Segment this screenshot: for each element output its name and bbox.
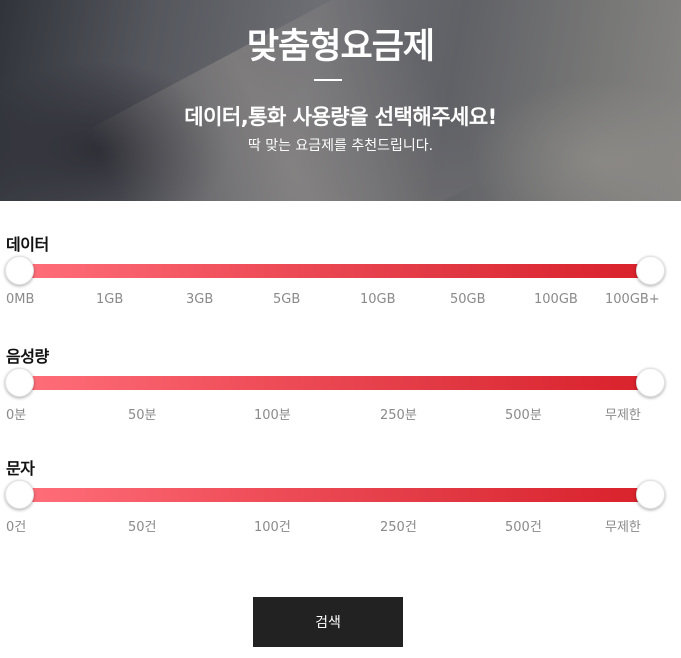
sms-tick: 50건 [128, 520, 157, 535]
hero-subtitle: 데이터,통화 사용량을 선택해주세요! [184, 105, 497, 129]
voice-tick: 100분 [254, 408, 291, 423]
sms-tick: 무제한 [605, 520, 641, 535]
voice-slider-ticks: 0분 50분 100분 250분 500분 무제한 [0, 404, 681, 423]
data-tick: 100GB+ [605, 292, 660, 307]
sms-slider-section: 문자 0건 50건 100건 250건 500건 무제한 [0, 455, 681, 535]
data-tick: 5GB [273, 292, 301, 307]
data-tick: 50GB [450, 292, 486, 307]
data-tick: 0MB [6, 292, 35, 307]
sms-slider-max-handle[interactable] [636, 480, 665, 509]
data-slider-ticks: 0MB 1GB 3GB 5GB 10GB 50GB 100GB 100GB+ [0, 292, 681, 310]
data-slider-title: 데이터 [6, 235, 49, 254]
sms-slider-ticks: 0건 50건 100건 250건 500건 무제한 [0, 516, 681, 535]
sms-tick: 0건 [6, 520, 27, 535]
voice-slider-max-handle[interactable] [636, 368, 665, 397]
sms-slider-min-handle[interactable] [5, 480, 34, 509]
voice-slider-min-handle[interactable] [5, 368, 34, 397]
data-slider-track[interactable] [20, 264, 650, 278]
voice-slider-section: 음성량 0분 50분 100분 250분 500분 무제한 [0, 343, 681, 423]
voice-slider-track[interactable] [20, 376, 650, 390]
data-tick: 10GB [360, 292, 396, 307]
voice-tick: 50분 [128, 408, 157, 423]
search-button[interactable]: 검색 [253, 597, 403, 647]
hero-banner: 맞춤형요금제 데이터,통화 사용량을 선택해주세요! 딱 맞는 요금제를 추천드… [0, 0, 681, 201]
data-tick: 100GB [534, 292, 578, 307]
data-slider-section: 데이터 0MB 1GB 3GB 5GB 10GB 50GB 100GB 100G… [0, 231, 681, 311]
sms-slider-title: 문자 [6, 459, 35, 478]
hero-description: 딱 맞는 요금제를 추천드립니다. [247, 138, 434, 154]
sms-tick: 100건 [254, 520, 291, 535]
sms-tick: 250건 [380, 520, 417, 535]
voice-slider-title: 음성량 [6, 347, 49, 366]
data-slider-max-handle[interactable] [636, 256, 665, 285]
voice-tick: 0분 [6, 408, 27, 423]
voice-tick: 500분 [505, 408, 542, 423]
sms-slider-track[interactable] [20, 488, 650, 502]
voice-tick: 무제한 [605, 408, 641, 423]
data-slider-min-handle[interactable] [5, 256, 34, 285]
page-title: 맞춤형요금제 [246, 27, 435, 67]
sms-tick: 500건 [505, 520, 542, 535]
data-tick: 3GB [186, 292, 214, 307]
voice-tick: 250분 [380, 408, 417, 423]
title-divider [314, 79, 342, 81]
data-tick: 1GB [96, 292, 124, 307]
